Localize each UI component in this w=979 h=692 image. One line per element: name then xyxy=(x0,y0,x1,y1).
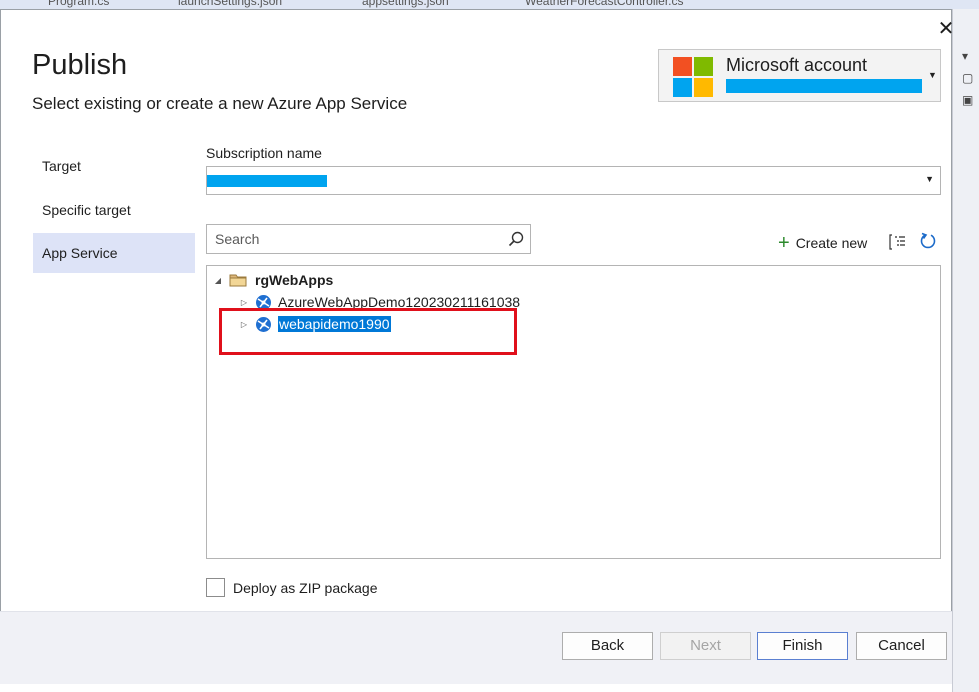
next-button[interactable]: Next xyxy=(660,632,751,660)
search-box[interactable] xyxy=(206,224,531,254)
expand-arrow-icon[interactable]: ▷ xyxy=(239,298,249,307)
cancel-button[interactable]: Cancel xyxy=(856,632,947,660)
nav-item-specific-target[interactable]: Specific target xyxy=(33,190,195,230)
view-options-icon[interactable] xyxy=(889,233,907,251)
ide-glyph-icon: ▢ xyxy=(962,71,974,85)
resource-group-label: rgWebApps xyxy=(255,272,334,288)
dialog-title: Publish xyxy=(32,49,128,81)
tree-group-row[interactable]: ◢ rgWebApps xyxy=(213,270,333,290)
account-picker[interactable]: Microsoft account ▼ xyxy=(658,49,941,102)
editor-tab[interactable]: appsettings.json xyxy=(362,0,449,8)
account-name: Microsoft account xyxy=(726,55,868,75)
create-new-label: Create new xyxy=(795,235,868,251)
search-icon[interactable] xyxy=(507,230,525,248)
collapse-arrow-icon[interactable]: ◢ xyxy=(213,276,223,285)
chevron-down-icon[interactable]: ▼ xyxy=(928,70,937,80)
deploy-zip-checkbox[interactable] xyxy=(206,578,225,597)
ide-glyph-icon: ▣ xyxy=(962,93,974,107)
refresh-icon[interactable] xyxy=(919,232,937,250)
highlight-box-selection xyxy=(219,308,517,355)
microsoft-logo-icon xyxy=(673,57,713,97)
background-ide-panel: ▾ ▢ ▣ xyxy=(952,9,979,692)
nav-item-app-service[interactable]: App Service xyxy=(33,233,195,273)
account-email-redacted xyxy=(726,79,922,93)
nav-item-target[interactable]: Target xyxy=(33,146,195,186)
editor-tab[interactable]: Program.cs xyxy=(48,0,109,8)
create-new-button[interactable]: + Create new xyxy=(778,233,867,253)
close-icon[interactable]: ✕ xyxy=(934,17,958,41)
editor-tab[interactable]: launchSettings.json xyxy=(178,0,282,8)
subscription-value-redacted xyxy=(207,175,327,187)
subscription-label: Subscription name xyxy=(206,145,322,161)
back-button[interactable]: Back xyxy=(562,632,653,660)
deploy-zip-label: Deploy as ZIP package xyxy=(233,579,378,596)
finish-button[interactable]: Finish xyxy=(757,632,848,660)
dialog-subtitle: Select existing or create a new Azure Ap… xyxy=(32,94,408,113)
deploy-zip-option[interactable]: Deploy as ZIP package xyxy=(206,578,378,597)
subscription-select[interactable]: ▼ xyxy=(206,166,941,195)
folder-icon xyxy=(229,274,247,287)
plus-icon: + xyxy=(778,232,790,254)
editor-tab[interactable]: WeatherForecastController.cs xyxy=(525,0,684,8)
editor-tab-strip: Program.cs launchSettings.json appsettin… xyxy=(0,0,979,9)
chevron-down-icon[interactable]: ▼ xyxy=(925,174,934,184)
search-input[interactable] xyxy=(215,228,495,250)
ide-glyph-icon: ▾ xyxy=(962,49,969,63)
